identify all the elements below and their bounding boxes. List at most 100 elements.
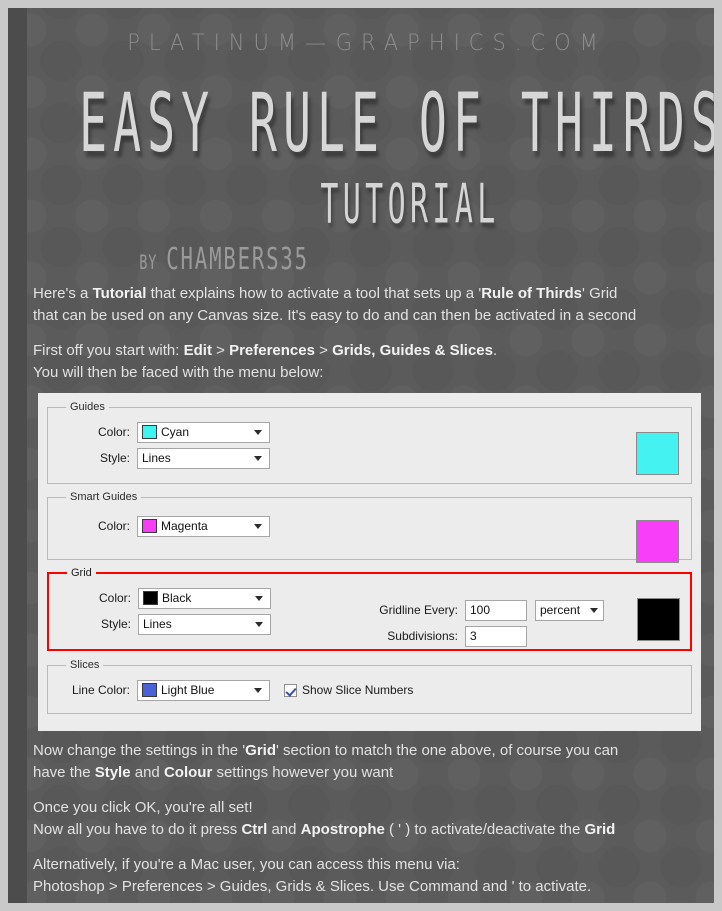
smart-guides-group: Smart Guides Color: Magenta [47, 491, 692, 563]
outro-grid-word: Grid [245, 742, 277, 759]
site-name: PLATINUM—GRAPHICS.COM [127, 29, 607, 56]
outro-text-block: Now change the settings in the 'Grid' se… [33, 740, 692, 898]
smart-guides-group-legend: Smart Guides [70, 491, 138, 503]
grid-group: Grid Color: Black Style: Lines Gridline … [47, 567, 692, 651]
show-slice-numbers-checkbox[interactable]: Show Slice Numbers [284, 683, 413, 697]
tutorial-canvas: PLATINUM—GRAPHICS.COM EASY RULE OF THIRD… [8, 8, 714, 903]
smart-guides-color-swatch-icon [142, 519, 157, 533]
outro-grid-word-2: Grid [584, 821, 616, 838]
slices-line-color-value: Light Blue [161, 683, 215, 697]
subdivisions-value: 3 [470, 629, 477, 643]
outro-p2-c: and [130, 764, 164, 781]
outro-p1-a: Now change the settings in the ' [33, 742, 246, 759]
gridline-every-input[interactable]: 100 [465, 599, 527, 621]
page-subtitle: TUTORIAL [320, 173, 500, 237]
grid-color-value: Black [162, 591, 192, 605]
intro-l1-a: Here's a [33, 285, 93, 302]
checkmark-icon [284, 683, 297, 697]
menu-preferences: Preferences [229, 342, 315, 359]
chevron-down-icon [254, 430, 262, 435]
outro-line-1: Now change the settings in the 'Grid' se… [33, 740, 692, 762]
chevron-down-icon [254, 524, 262, 529]
smart-guides-color-select[interactable]: Magenta [137, 515, 270, 537]
smart-guides-color-row: Color: Magenta [56, 515, 683, 537]
shortcut-apostrophe: Apostrophe [300, 821, 385, 838]
menu-grids-guides-slices: Grids, Guides & Slices [332, 342, 493, 359]
intro-l3-c: > [211, 342, 230, 359]
grid-style-select[interactable]: Lines [138, 613, 271, 635]
slices-group: Slices Line Color: Light Blue Show Slice… [47, 659, 692, 714]
gridline-unit-select[interactable]: percent [535, 599, 604, 621]
guides-style-value: Lines [142, 451, 171, 465]
outro-line-4: Now all you have to do it press Ctrl and… [33, 819, 692, 841]
guides-color-preview[interactable] [636, 432, 679, 475]
guides-color-label: Color: [97, 425, 130, 439]
guides-color-value: Cyan [161, 425, 190, 439]
menu-edit: Edit [183, 342, 212, 359]
guides-group-legend: Guides [70, 401, 105, 413]
page-title: EASY RULE OF THIRDS [79, 76, 714, 171]
guides-style-select[interactable]: Lines [137, 447, 270, 469]
intro-l3-a: First off you start with: [33, 342, 184, 359]
guides-group: Guides Color: Cyan Style: Lines [47, 401, 692, 484]
grid-style-value: Lines [143, 617, 172, 631]
guides-color-row: Color: Cyan [56, 421, 683, 443]
slices-line-color-select[interactable]: Light Blue [137, 679, 270, 701]
outro-line-3: Once you click OK, you're all set! [33, 799, 253, 816]
chevron-down-icon [254, 688, 262, 693]
intro-l1-rule-of-thirds: Rule of Thirds [481, 285, 583, 302]
outro-p1-c: ' section to match the one above, of cou… [276, 742, 619, 759]
smart-guides-color-value: Magenta [161, 519, 208, 533]
slices-group-legend: Slices [70, 659, 100, 671]
smart-guides-color-preview[interactable] [636, 520, 679, 563]
grid-style-label: Style: [100, 617, 131, 631]
gridline-every-label: Gridline Every: [379, 603, 458, 617]
intro-l1-c: that explains how to activate a tool tha… [146, 285, 482, 302]
grid-color-select[interactable]: Black [138, 587, 271, 609]
intro-l1-e: ' Grid [582, 285, 618, 302]
chevron-down-icon [255, 596, 263, 601]
grid-right-column: Gridline Every: 100 percent Subdivisions… [361, 595, 604, 651]
slices-line-color-row: Line Color: Light Blue Show Slice Number… [56, 679, 683, 701]
guides-style-label: Style: [99, 451, 130, 465]
chevron-down-icon [255, 622, 263, 627]
subdivisions-row: Subdivisions: 3 [361, 625, 604, 647]
grid-color-swatch-icon [143, 591, 158, 605]
gridline-every-row: Gridline Every: 100 percent [361, 599, 604, 621]
chevron-down-icon [590, 608, 598, 613]
gridline-every-value: 100 [470, 603, 491, 617]
grid-color-preview[interactable] [637, 598, 680, 641]
shortcut-ctrl: Ctrl [241, 821, 268, 838]
guides-style-row: Style: Lines [56, 447, 683, 469]
chevron-down-icon [254, 456, 262, 461]
outro-p4-e: ( ' ) to activate/deactivate the [384, 821, 585, 838]
grid-group-legend: Grid [71, 567, 92, 579]
outro-style-word: Style [94, 764, 131, 781]
content-column: PLATINUM—GRAPHICS.COM EASY RULE OF THIRD… [8, 8, 714, 903]
outro-p2-a: have the [33, 764, 95, 781]
byline-prefix: BY [139, 250, 167, 275]
outro-colour-word: Colour [163, 764, 213, 781]
subdivisions-input[interactable]: 3 [465, 625, 527, 647]
page-frame: PLATINUM—GRAPHICS.COM EASY RULE OF THIRD… [0, 0, 722, 911]
guides-color-select[interactable]: Cyan [137, 421, 270, 443]
grid-color-label: Color: [98, 591, 131, 605]
intro-l1-tutorial: Tutorial [92, 285, 147, 302]
intro-line-1: Here's a Tutorial that explains how to a… [33, 283, 692, 305]
intro-l3-e: > [314, 342, 333, 359]
outro-p2-e: settings however you want [212, 764, 394, 781]
slices-line-color-label: Line Color: [71, 683, 130, 697]
intro-line-3: First off you start with: Edit > Prefere… [33, 340, 692, 362]
intro-l3-g: . [492, 342, 498, 359]
outro-line-6: Photoshop > Preferences > Guides, Grids … [33, 878, 592, 895]
byline: BY CHAMBERS35 [33, 243, 626, 277]
slices-line-color-swatch-icon [142, 683, 157, 697]
outro-line-2: have the Style and Colour settings howev… [33, 762, 692, 784]
preferences-dialog: Guides Color: Cyan Style: Lines Smart Gu… [38, 393, 701, 731]
smart-guides-color-label: Color: [97, 519, 130, 533]
outro-p4-c: and [267, 821, 301, 838]
guides-color-swatch-icon [142, 425, 157, 439]
